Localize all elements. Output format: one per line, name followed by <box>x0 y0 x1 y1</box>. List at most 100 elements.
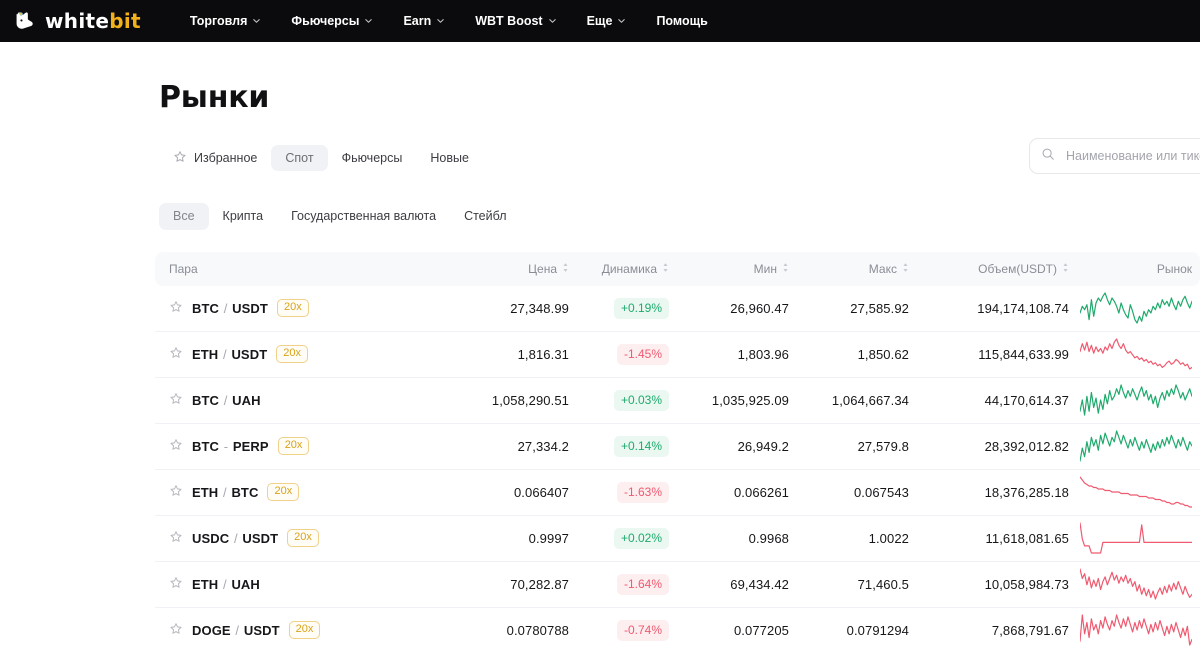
min-cell: 1,803.96 <box>675 347 795 362</box>
nav-menu: Торговля Фьючерсы Earn WBT Boost Еще Пом… <box>175 8 723 34</box>
favorite-star-icon[interactable] <box>169 346 183 363</box>
price-value: 1,816.31 <box>517 346 569 362</box>
max-cell: 0.0791294 <box>795 623 915 638</box>
volume-value: 44,170,614.37 <box>984 392 1069 408</box>
volume-cell: 44,170,614.37 <box>915 393 1075 408</box>
market-sparkline-cell <box>1075 520 1200 556</box>
leverage-badge: 20x <box>288 621 321 639</box>
min-cell: 0.9968 <box>675 531 795 546</box>
column-header-volume[interactable]: Объем(USDT) <box>915 262 1075 276</box>
change-cell: -1.63% <box>575 481 675 503</box>
max-value: 0.067543 <box>853 484 909 500</box>
favorite-star-icon[interactable] <box>169 484 183 501</box>
search-input[interactable] <box>1064 148 1200 164</box>
volume-cell: 18,376,285.18 <box>915 485 1075 500</box>
table-row[interactable]: BTC / UAH 1,058,290.51 +0.03% 1,035,925.09 1… <box>155 378 1200 424</box>
change-badge: +0.03% <box>613 389 669 411</box>
pair-name: BTC / UAH <box>192 392 261 408</box>
change-badge: -1.45% <box>616 343 669 365</box>
change-cell: +0.03% <box>575 389 675 411</box>
brand-logo[interactable]: whitebit <box>10 9 141 33</box>
table-row[interactable]: BTC - PERP 20x 27,334.2 +0.14% 26,949.2 27,57… <box>155 424 1200 470</box>
min-cell: 26,960.47 <box>675 301 795 316</box>
favorite-star-icon[interactable] <box>169 622 183 639</box>
market-sparkline-cell <box>1075 382 1200 418</box>
column-header-label: Рынок <box>1156 261 1192 276</box>
nav-item-help[interactable]: Помощь <box>641 8 722 34</box>
filter-chip-stable[interactable]: Стейбл <box>450 203 520 230</box>
brand-word-white: white <box>45 9 110 33</box>
pair-name: ETH / BTC <box>192 484 259 500</box>
table-row[interactable]: ETH / USDT 20x 1,816.31 -1.45% 1,803.96 1,850… <box>155 332 1200 378</box>
pair-name: BTC / USDT <box>192 300 268 316</box>
table-row[interactable]: BTC / USDT 20x 27,348.99 +0.19% 26,960.47 27,… <box>155 286 1200 332</box>
volume-value: 7,868,791.67 <box>991 622 1069 638</box>
volume-value: 18,376,285.18 <box>984 484 1069 500</box>
favorite-star-icon[interactable] <box>169 300 183 317</box>
column-header-max[interactable]: Макс <box>795 262 915 276</box>
pair-cell: ETH / UAH <box>155 576 455 593</box>
column-header-min[interactable]: Мин <box>675 262 795 276</box>
nav-item-wbt-boost[interactable]: WBT Boost <box>460 8 571 34</box>
max-value: 1,064,667.34 <box>831 392 909 408</box>
content-container: Рынки Избранное Спот Фьючерсы Новые Наим… <box>155 42 1200 648</box>
sort-icon <box>562 262 569 276</box>
change-cell: -1.64% <box>575 573 675 595</box>
tab-futures[interactable]: Фьючерсы <box>328 145 417 172</box>
sparkline-chart-icon <box>1080 290 1192 326</box>
max-cell: 1.0022 <box>795 531 915 546</box>
favorite-star-icon[interactable] <box>169 392 183 409</box>
filter-chip-crypto[interactable]: Крипта <box>209 203 278 230</box>
nav-item-earn[interactable]: Earn <box>388 8 460 34</box>
min-value: 69,434.42 <box>730 576 789 592</box>
price-value: 0.0780788 <box>506 622 569 638</box>
table-row[interactable]: USDC / USDT 20x 0.9997 +0.02% 0.9968 1.0022 11… <box>155 516 1200 562</box>
column-header-label: Цена <box>528 261 557 276</box>
filter-chip-fiat[interactable]: Государственная валюта <box>277 203 450 230</box>
favorite-star-icon[interactable] <box>169 438 183 455</box>
leverage-badge: 20x <box>277 437 310 455</box>
table-row[interactable]: DOGE / USDT 20x 0.0780788 -0.74% 0.077205 0.0… <box>155 608 1200 648</box>
chevron-down-icon <box>364 14 373 28</box>
table-row[interactable]: ETH / UAH 70,282.87 -1.64% 69,434.42 71,460.… <box>155 562 1200 608</box>
table-body: BTC / USDT 20x 27,348.99 +0.19% 26,960.47 27,… <box>155 286 1200 648</box>
volume-cell: 10,058,984.73 <box>915 577 1075 592</box>
filter-chip-all[interactable]: Все <box>159 203 209 230</box>
max-cell: 71,460.5 <box>795 577 915 592</box>
change-cell: +0.19% <box>575 297 675 319</box>
column-header-market: Рынок <box>1075 262 1200 276</box>
column-header-price[interactable]: Цена <box>455 262 575 276</box>
change-badge: -0.74% <box>616 619 669 641</box>
favorite-star-icon[interactable] <box>169 576 183 593</box>
filter-chip-label: Государственная валюта <box>291 209 437 223</box>
column-header-change[interactable]: Динамика <box>575 262 675 276</box>
nav-item-more[interactable]: Еще <box>572 8 642 34</box>
column-header-label: Объем(USDT) <box>978 261 1057 276</box>
price-value: 70,282.87 <box>510 576 569 592</box>
nav-item-futures[interactable]: Фьючерсы <box>276 8 388 34</box>
tab-label: Фьючерсы <box>341 150 403 165</box>
table-row[interactable]: ETH / BTC 20x 0.066407 -1.63% 0.066261 0.0675… <box>155 470 1200 516</box>
tab-label: Избранное <box>194 150 258 165</box>
max-cell: 27,585.92 <box>795 301 915 316</box>
column-header-pair: Пара <box>155 262 455 276</box>
nav-item-label: Фьючерсы <box>291 14 360 28</box>
tab-new[interactable]: Новые <box>416 145 483 172</box>
column-header-label: Динамика <box>601 261 657 276</box>
pair-cell: USDC / USDT 20x <box>155 529 455 547</box>
favorite-star-icon[interactable] <box>169 530 183 547</box>
pair-cell: BTC - PERP 20x <box>155 437 455 455</box>
tab-spot[interactable]: Спот <box>271 144 328 172</box>
volume-value: 115,844,633.99 <box>978 346 1069 362</box>
nav-item-trading[interactable]: Торговля <box>175 8 277 34</box>
chevron-down-icon <box>617 14 626 28</box>
max-value: 0.0791294 <box>846 622 909 638</box>
change-badge: +0.14% <box>613 435 669 457</box>
search-box[interactable] <box>1029 138 1200 174</box>
min-value: 0.077205 <box>733 622 789 638</box>
leverage-badge: 20x <box>276 299 309 317</box>
tab-favorites[interactable]: Избранное <box>159 143 271 174</box>
tab-label: Новые <box>430 150 469 165</box>
filter-chip-label: Крипта <box>222 209 264 223</box>
min-cell: 69,434.42 <box>675 577 795 592</box>
